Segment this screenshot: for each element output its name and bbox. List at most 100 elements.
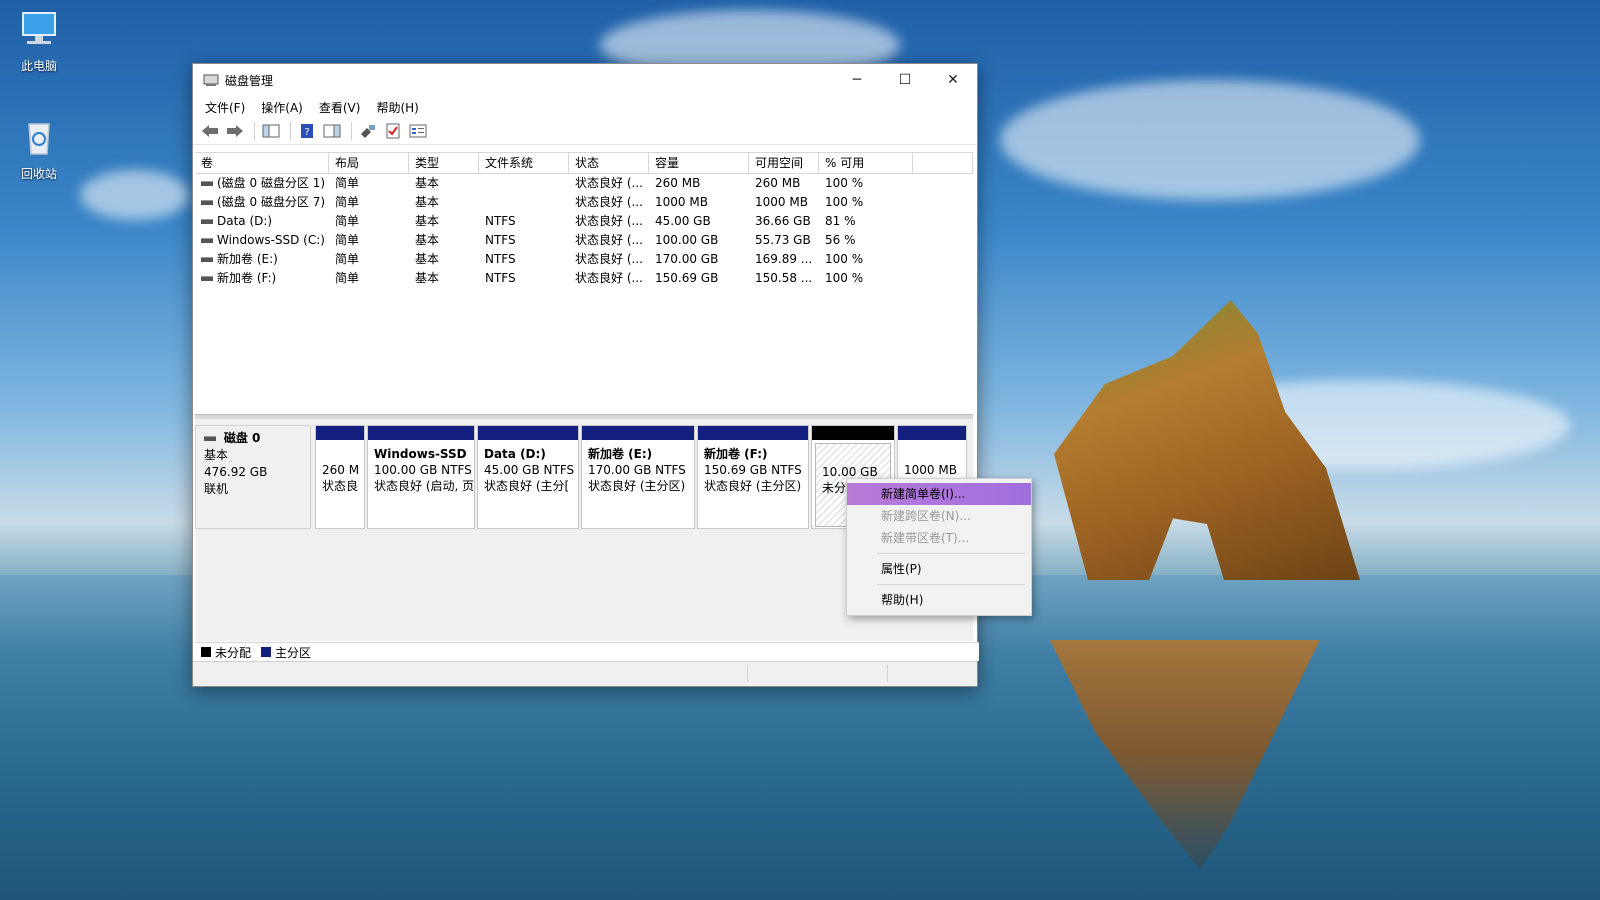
check-button[interactable]	[382, 121, 404, 141]
desktop-icon-label: 回收站	[20, 167, 57, 181]
recycle-bin-icon	[28, 123, 50, 155]
table-row[interactable]: (磁盘 0 磁盘分区 7) 简单 基本 状态良好 (... 1000 MB 1000 MB…	[195, 193, 973, 212]
volume-list-body: (磁盘 0 磁盘分区 1) 简单 基本 状态良好 (... 260 MB 260 MB 10…	[195, 174, 973, 288]
help-book-icon: ?	[301, 124, 313, 138]
cloud	[80, 170, 190, 220]
table-row[interactable]: 新加卷 (F:) 简单 基本 NTFS 状态良好 (... 150.69 GB 150.58…	[195, 269, 973, 288]
cell-free-space: 169.89 ...	[755, 252, 813, 266]
cell-free-space: 260 MB	[755, 176, 801, 190]
back-button[interactable]	[199, 121, 221, 141]
maximize-button[interactable]: ☐	[881, 64, 929, 96]
properties-button[interactable]	[407, 121, 429, 141]
disk-name: 磁盘 0	[223, 431, 261, 445]
status-bar	[193, 661, 977, 686]
table-row[interactable]: Data (D:) 简单 基本 NTFS 状态良好 (... 45.00 GB 36.66 …	[195, 212, 973, 231]
partition-bar	[898, 426, 966, 440]
partition-1[interactable]: 260 M 状态良	[315, 425, 365, 529]
cell-capacity: 1000 MB	[655, 195, 708, 209]
cloud	[1000, 80, 1420, 200]
cell-percent-free: 81 %	[825, 214, 856, 228]
column-header-filesystem[interactable]: 文件系统	[479, 153, 569, 173]
column-header-free-space[interactable]: 可用空间	[749, 153, 819, 173]
volume-icon	[201, 219, 213, 224]
cell-type: 基本	[415, 252, 440, 266]
volume-icon	[201, 276, 213, 281]
column-header-percent-free[interactable]: % 可用	[819, 153, 913, 173]
cell-volume: Windows-SSD (C:)	[195, 231, 329, 250]
help-button[interactable]: ?	[296, 121, 318, 141]
disk-label[interactable]: 磁盘 0 基本 476.92 GB 联机	[195, 425, 311, 529]
cell-filesystem	[479, 174, 569, 193]
cell-filesystem: NTFS	[485, 233, 516, 247]
column-header-status[interactable]: 状态	[569, 153, 649, 173]
cell-status: 状态良好 (...	[575, 233, 643, 247]
cell-volume: (磁盘 0 磁盘分区 1)	[195, 174, 329, 193]
cell-percent-free: 100 %	[825, 271, 864, 285]
menu-view[interactable]: 查看(V)	[311, 99, 369, 116]
cell-layout: 简单	[335, 271, 360, 285]
desktop-icon-this-pc[interactable]: 此电脑	[4, 10, 74, 74]
cell-capacity: 100.00 GB	[655, 233, 719, 247]
column-header-layout[interactable]: 布局	[329, 153, 409, 173]
menu-bar: 文件(F) 操作(A) 查看(V) 帮助(H)	[193, 96, 977, 118]
menu-action[interactable]: 操作(A)	[253, 99, 311, 116]
column-header-capacity[interactable]: 容量	[649, 153, 749, 173]
partition-size: 260 M	[322, 463, 360, 477]
volume-name: Windows-SSD (C:)	[217, 233, 325, 247]
forward-button[interactable]	[224, 121, 246, 141]
show-hide-console-tree-button[interactable]	[260, 121, 282, 141]
disk-type: 基本	[204, 448, 229, 462]
partition-status: 状态良好 (主分区)	[588, 479, 686, 493]
partition-new-volume-f[interactable]: 新加卷 (F:) 150.69 GB NTFS 状态良好 (主分区)	[697, 425, 809, 529]
toolbar-separator	[351, 122, 352, 140]
legend-label: 主分区	[275, 645, 312, 660]
cell-free-space: 150.58 ...	[755, 271, 813, 285]
volume-name: (磁盘 0 磁盘分区 7)	[217, 195, 326, 209]
menu-item-properties[interactable]: 属性(P)	[847, 558, 1031, 580]
cell-capacity: 45.00 GB	[655, 214, 711, 228]
table-row[interactable]: 新加卷 (E:) 简单 基本 NTFS 状态良好 (... 170.00 GB 169.89…	[195, 250, 973, 269]
partition-bar	[812, 426, 894, 440]
partition-data-d[interactable]: Data (D:) 45.00 GB NTFS 状态良好 (主分[	[477, 425, 579, 529]
close-button[interactable]: ✕	[929, 64, 977, 96]
action-pane-icon	[323, 124, 341, 138]
partition-size: 150.69 GB NTFS	[704, 463, 802, 477]
table-row[interactable]: (磁盘 0 磁盘分区 1) 简单 基本 状态良好 (... 260 MB 260 MB 10…	[195, 174, 973, 193]
svg-text:?: ?	[304, 127, 309, 138]
partition-status: 状态良好 (启动, 页	[374, 479, 474, 493]
volume-list-header: 卷 布局 类型 文件系统 状态 容量 可用空间 % 可用	[195, 153, 973, 174]
show-hide-action-pane-button[interactable]	[321, 121, 343, 141]
menu-help[interactable]: 帮助(H)	[368, 99, 426, 116]
partition-size: 170.00 GB NTFS	[588, 463, 686, 477]
disk-size: 476.92 GB	[204, 465, 268, 479]
cell-status: 状态良好 (...	[575, 252, 643, 266]
cell-status: 状态良好 (...	[575, 176, 643, 190]
status-bar-segment	[887, 665, 888, 682]
cell-filesystem: NTFS	[485, 252, 516, 266]
table-row[interactable]: Windows-SSD (C:) 简单 基本 NTFS 状态良好 (... 100.00 …	[195, 231, 973, 250]
connect-button[interactable]	[357, 121, 379, 141]
minimize-button[interactable]: ─	[833, 64, 881, 96]
column-header-type[interactable]: 类型	[409, 153, 479, 173]
partition-bar	[478, 426, 578, 440]
connect-icon	[361, 125, 375, 138]
title-bar[interactable]: 磁盘管理 ─ ☐ ✕	[193, 64, 977, 96]
cell-filesystem: NTFS	[485, 271, 516, 285]
partition-bar	[368, 426, 474, 440]
properties-icon	[409, 124, 427, 138]
menu-separator	[877, 553, 1025, 554]
legend-label: 未分配	[215, 645, 252, 660]
menu-item-help[interactable]: 帮助(H)	[847, 589, 1031, 611]
volume-icon	[201, 181, 213, 186]
disk-icon	[204, 436, 216, 441]
cell-status: 状态良好 (...	[575, 214, 643, 228]
menu-item-new-simple-volume[interactable]: 新建简单卷(I)...	[847, 483, 1031, 505]
volume-icon	[201, 238, 213, 243]
partition-new-volume-e[interactable]: 新加卷 (E:) 170.00 GB NTFS 状态良好 (主分区)	[581, 425, 695, 529]
desktop-icon-recycle-bin[interactable]: 回收站	[4, 118, 74, 182]
menu-file[interactable]: 文件(F)	[197, 99, 253, 116]
cell-free-space: 55.73 GB	[755, 233, 811, 247]
cell-layout: 简单	[335, 176, 360, 190]
partition-windows-ssd[interactable]: Windows-SSD 100.00 GB NTFS 状态良好 (启动, 页	[367, 425, 475, 529]
column-header-volume[interactable]: 卷	[195, 153, 329, 173]
